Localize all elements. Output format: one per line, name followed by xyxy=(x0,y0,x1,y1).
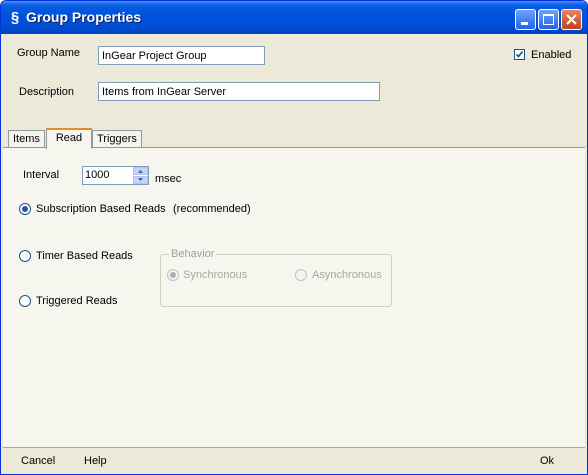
footer-divider xyxy=(3,447,585,448)
close-icon xyxy=(566,14,577,25)
interval-value: 1000 xyxy=(85,169,110,181)
interval-label: Interval xyxy=(23,169,60,181)
tab-items[interactable]: Items xyxy=(8,130,45,147)
asynchronous-label: Asynchronous xyxy=(312,269,382,281)
tab-triggers[interactable]: Triggers xyxy=(92,130,142,147)
group-name-field[interactable] xyxy=(98,46,265,65)
chevron-up-icon xyxy=(138,170,143,173)
tab-read-label: Read xyxy=(55,132,83,144)
subscription-reads-label: Subscription Based Reads xyxy=(36,203,166,215)
asynchronous-radio[interactable] xyxy=(295,269,307,281)
interval-unit: msec xyxy=(155,173,182,185)
group-name-label: Group Name xyxy=(17,47,80,59)
chevron-down-icon xyxy=(138,178,143,181)
checkmark-icon xyxy=(515,51,524,58)
tab-read[interactable]: Read xyxy=(46,128,92,149)
subscription-reads-radio[interactable] xyxy=(19,203,31,215)
description-field[interactable] xyxy=(98,82,380,101)
window-title: Group Properties xyxy=(26,9,142,25)
triggered-reads-radio[interactable] xyxy=(19,295,31,307)
help-button[interactable]: Help xyxy=(84,455,107,467)
maximize-button[interactable] xyxy=(538,9,559,30)
description-label: Description xyxy=(19,86,75,98)
timer-reads-label: Timer Based Reads xyxy=(36,250,133,262)
timer-reads-radio[interactable] xyxy=(19,250,31,262)
group-properties-window: § Group Properties Group Name Enabled De… xyxy=(0,0,588,475)
minimize-button[interactable] xyxy=(515,9,536,30)
app-icon: § xyxy=(10,9,20,26)
synchronous-radio[interactable] xyxy=(167,269,179,281)
synchronous-label: Synchronous xyxy=(183,269,248,281)
close-button[interactable] xyxy=(561,9,582,30)
tab-triggers-label: Triggers xyxy=(97,133,137,145)
title-bar[interactable]: § Group Properties xyxy=(1,1,587,34)
interval-up-button[interactable] xyxy=(133,167,148,175)
interval-stepper[interactable]: 1000 xyxy=(82,166,149,185)
minimize-icon xyxy=(521,22,528,25)
cancel-button[interactable]: Cancel xyxy=(21,455,55,467)
subscription-reads-note: (recommended) xyxy=(173,203,251,215)
triggered-reads-label: Triggered Reads xyxy=(36,295,118,307)
enabled-label: Enabled xyxy=(531,49,572,61)
enabled-checkbox[interactable] xyxy=(514,49,525,60)
maximize-icon xyxy=(543,14,554,25)
ok-button[interactable]: Ok xyxy=(540,455,554,467)
interval-down-button[interactable] xyxy=(133,176,148,184)
behavior-legend: Behavior xyxy=(169,248,217,260)
tab-items-label: Items xyxy=(13,133,40,145)
dialog-body: Group Name Enabled Description Items Rea… xyxy=(3,34,585,472)
